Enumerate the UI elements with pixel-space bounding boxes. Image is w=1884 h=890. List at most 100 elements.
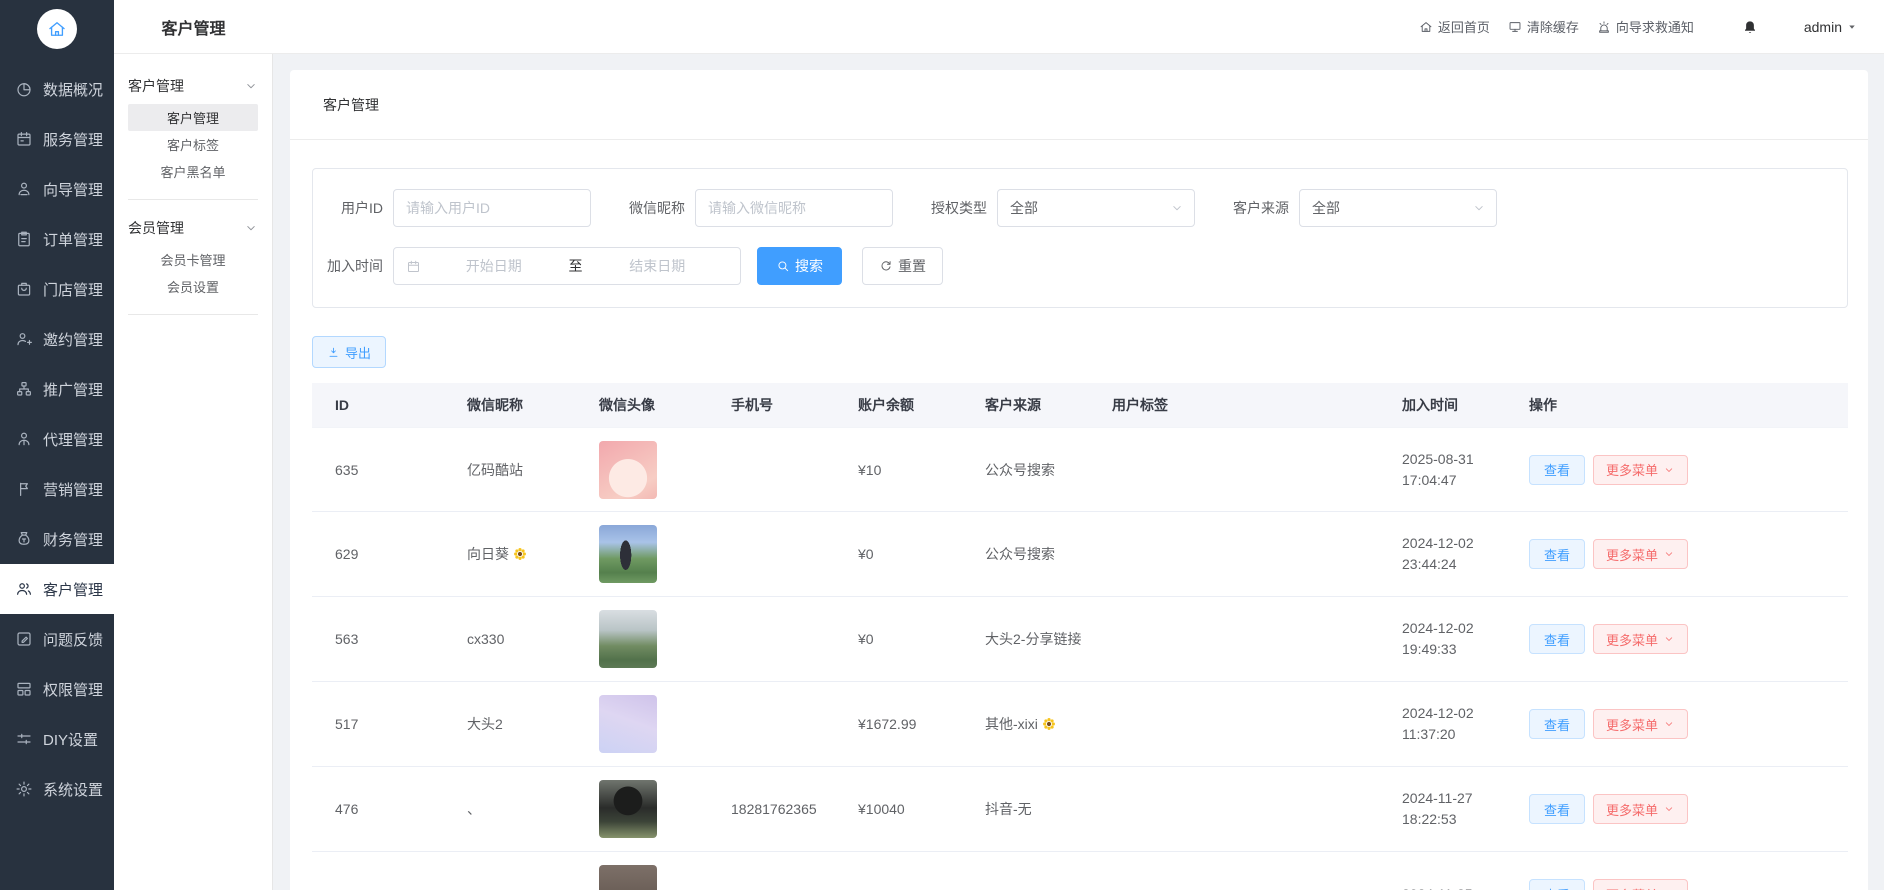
- cell-actions: 查看更多菜单: [1506, 455, 1848, 485]
- cell-actions: 查看更多菜单: [1506, 879, 1848, 890]
- sidebar-item-feedback[interactable]: 问题反馈: [0, 614, 114, 664]
- money-bag-icon: [15, 530, 33, 548]
- submenu-group-head-customer-manage[interactable]: 客户管理: [114, 68, 272, 104]
- sidebar-item-invite[interactable]: 邀约管理: [0, 314, 114, 364]
- notification-bell-button[interactable]: [1742, 19, 1758, 35]
- topbar-item-back-home[interactable]: 返回首页: [1419, 17, 1490, 36]
- sunflower-icon: [1042, 717, 1056, 731]
- primary-sidebar: 数据概况服务管理向导管理订单管理门店管理邀约管理推广管理代理管理营销管理财务管理…: [0, 0, 114, 890]
- submenu-group-head-member-manage[interactable]: 会员管理: [114, 210, 272, 246]
- agent-person-icon: [15, 430, 33, 448]
- marketing-flag-icon: [15, 480, 33, 498]
- view-button[interactable]: 查看: [1529, 455, 1585, 485]
- submenu-group-member-manage: 会员管理会员卡管理会员设置: [114, 210, 272, 312]
- app-logo[interactable]: [0, 0, 114, 58]
- sidebar-item-marketing[interactable]: 营销管理: [0, 464, 114, 514]
- search-icon: [776, 259, 790, 273]
- refresh-icon: [879, 259, 893, 273]
- org-chart-icon: [15, 380, 33, 398]
- view-button[interactable]: 查看: [1529, 879, 1585, 890]
- submenu-item-member-card[interactable]: 会员卡管理: [128, 246, 258, 273]
- calendar-icon: [15, 130, 33, 148]
- topbar: 客户管理 返回首页清除缓存向导求救通知admin: [114, 0, 1884, 54]
- cell-join-time: 2024-11-2718:22:53: [1379, 788, 1506, 830]
- sidebar-item-permission[interactable]: 权限管理: [0, 664, 114, 714]
- monitor-icon: [1508, 20, 1522, 34]
- pink-cartoon-avatar: [599, 441, 657, 499]
- sidebar-item-customer[interactable]: 客户管理: [0, 564, 114, 614]
- chevron-down-icon: [1472, 201, 1486, 215]
- auth-type-select[interactable]: 全部: [997, 189, 1195, 227]
- download-icon: [327, 346, 340, 359]
- sidebar-item-label: 向导管理: [43, 179, 103, 200]
- feedback-icon: [15, 630, 33, 648]
- topbar-item-label: 返回首页: [1438, 17, 1490, 36]
- more-menu-button[interactable]: 更多菜单: [1593, 539, 1688, 569]
- customer-source-select[interactable]: 全部: [1299, 189, 1497, 227]
- sidebar-item-finance[interactable]: 财务管理: [0, 514, 114, 564]
- more-menu-button[interactable]: 更多菜单: [1593, 455, 1688, 485]
- calendar-small-icon: [406, 259, 421, 274]
- submenu-divider: [128, 199, 258, 200]
- more-menu-button[interactable]: 更多菜单: [1593, 794, 1688, 824]
- view-button[interactable]: 查看: [1529, 624, 1585, 654]
- nickname-input[interactable]: [695, 189, 893, 227]
- table-header-cell: 用户标签: [1089, 395, 1379, 415]
- sidebar-item-store[interactable]: 门店管理: [0, 264, 114, 314]
- view-button[interactable]: 查看: [1529, 709, 1585, 739]
- siren-icon: [1597, 20, 1611, 34]
- start-date-input[interactable]: [421, 258, 567, 274]
- sidebar-item-dashboard[interactable]: 数据概况: [0, 64, 114, 114]
- submenu-item-member-settings[interactable]: 会员设置: [128, 273, 258, 300]
- table-header-cell: 微信头像: [576, 395, 708, 415]
- cell-actions: 查看更多菜单: [1506, 624, 1848, 654]
- date-separator: 至: [567, 256, 585, 276]
- sidebar-item-service[interactable]: 服务管理: [0, 114, 114, 164]
- submenu-item-customer-blacklist[interactable]: 客户黑名单: [128, 158, 258, 185]
- customer-source-value: 全部: [1312, 198, 1340, 218]
- sidebar-item-agent[interactable]: 代理管理: [0, 414, 114, 464]
- table-header-cell: 微信昵称: [444, 395, 576, 415]
- breadcrumb-label: 客户管理: [323, 95, 379, 115]
- chevron-down-icon: [244, 79, 258, 93]
- home-icon: [1419, 20, 1433, 34]
- join-time-range-picker[interactable]: 至: [393, 247, 741, 285]
- export-button[interactable]: 导出: [312, 336, 386, 368]
- sidebar-item-label: 权限管理: [43, 679, 103, 700]
- user-id-input[interactable]: [393, 189, 591, 227]
- sidebar-item-label: 数据概况: [43, 79, 103, 100]
- sidebar-item-diy[interactable]: DIY设置: [0, 714, 114, 764]
- view-button[interactable]: 查看: [1529, 539, 1585, 569]
- cell-id: 517: [312, 716, 444, 732]
- table-row: 476、18281762365¥10040抖音-无2024-11-2718:22…: [312, 767, 1848, 852]
- cell-source: 抖音-无: [962, 799, 1089, 819]
- reset-button[interactable]: 重置: [862, 247, 943, 285]
- user-dropdown[interactable]: admin: [1804, 19, 1858, 35]
- breadcrumb: 客户管理: [290, 70, 1868, 140]
- search-button[interactable]: 搜索: [757, 247, 842, 285]
- sidebar-item-guide[interactable]: 向导管理: [0, 164, 114, 214]
- chevron-down-icon: [1663, 633, 1675, 645]
- submenu-item-customer-tags[interactable]: 客户标签: [128, 131, 258, 158]
- more-menu-button[interactable]: 更多菜单: [1593, 624, 1688, 654]
- cell-join-time: 2025-08-3117:04:47: [1379, 449, 1506, 491]
- sidebar-item-promotion[interactable]: 推广管理: [0, 364, 114, 414]
- end-date-input[interactable]: [585, 258, 731, 274]
- cell-avatar: [576, 525, 708, 583]
- chevron-down-icon: [244, 221, 258, 235]
- mountain-avatar: [599, 610, 657, 668]
- cell-actions: 查看更多菜单: [1506, 794, 1848, 824]
- more-menu-button[interactable]: 更多菜单: [1593, 879, 1688, 890]
- sidebar-item-order[interactable]: 订单管理: [0, 214, 114, 264]
- topbar-item-guide-sos[interactable]: 向导求救通知: [1597, 17, 1694, 36]
- sidebar-item-system[interactable]: 系统设置: [0, 764, 114, 814]
- chevron-down-icon: [1170, 201, 1184, 215]
- cell-id: 629: [312, 546, 444, 562]
- view-button[interactable]: 查看: [1529, 794, 1585, 824]
- more-menu-button[interactable]: 更多菜单: [1593, 709, 1688, 739]
- chevron-down-icon: [1663, 718, 1675, 730]
- sidebar-item-label: 财务管理: [43, 529, 103, 550]
- cell-nickname: 向日葵: [444, 544, 576, 564]
- topbar-item-clear-cache[interactable]: 清除缓存: [1508, 17, 1579, 36]
- submenu-item-customer-list[interactable]: 客户管理: [128, 104, 258, 131]
